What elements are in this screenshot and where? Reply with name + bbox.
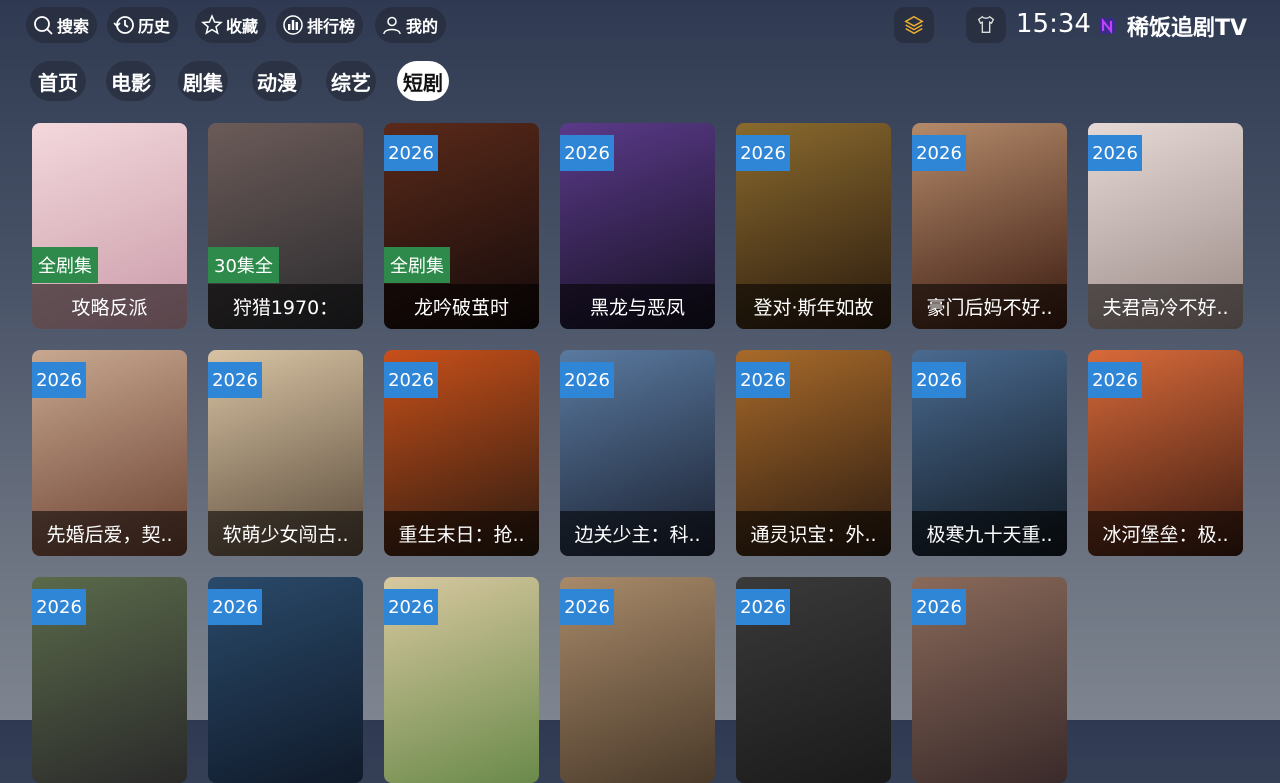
drama-card[interactable]: 全剧集 攻略反派 — [32, 123, 187, 329]
tab-short-drama[interactable]: 短剧 — [397, 61, 449, 101]
clock: 15:34 — [1016, 9, 1091, 39]
app-brand: 稀饭追剧TV — [1097, 10, 1247, 42]
drama-card[interactable]: 2026 黑龙与恶凤 — [560, 123, 715, 329]
drama-card[interactable]: 2026 先婚后爱，契.. — [32, 350, 187, 556]
year-badge: 2026 — [912, 135, 966, 171]
drama-title: 通灵识宝：外.. — [736, 511, 891, 556]
profile-button[interactable]: 我的 — [375, 7, 447, 43]
drama-card[interactable]: 30集全 狩猎1970： — [208, 123, 363, 329]
drama-card[interactable]: 2026 极寒九十天重.. — [912, 350, 1067, 556]
drama-title: 龙吟破茧时 — [384, 284, 539, 329]
year-badge: 2026 — [384, 589, 438, 625]
year-badge: 2026 — [1088, 135, 1142, 171]
drama-title: 软萌少女闯古.. — [208, 511, 363, 556]
year-badge: 2026 — [208, 589, 262, 625]
year-badge: 2026 — [560, 362, 614, 398]
ranking-button[interactable]: 排行榜 — [276, 7, 364, 43]
tab-variety[interactable]: 综艺 — [326, 61, 376, 101]
drama-title: 极寒九十天重.. — [912, 511, 1067, 556]
tab-movies[interactable]: 电影 — [106, 61, 156, 101]
history-button[interactable]: 历史 — [107, 7, 179, 43]
drama-card[interactable]: 2026 软萌少女闯古.. — [208, 350, 363, 556]
favorites-label: 收藏 — [226, 17, 259, 36]
year-badge: 2026 — [736, 135, 790, 171]
tshirt-icon — [977, 15, 995, 34]
drama-title: 攻略反派 — [32, 284, 187, 329]
year-badge: 2026 — [208, 362, 262, 398]
year-badge: 2026 — [912, 362, 966, 398]
drama-title: 边关少主：科.. — [560, 511, 715, 556]
drama-card[interactable]: 2026 全剧集 龙吟破茧时 — [384, 123, 539, 329]
search-label: 搜索 — [57, 17, 90, 36]
year-badge: 2026 — [912, 589, 966, 625]
episode-badge: 全剧集 — [384, 247, 450, 283]
year-badge: 2026 — [560, 135, 614, 171]
top-bar: 搜索 历史 收藏 排行榜 我的 15:34 稀饭追剧TV — [0, 0, 1280, 50]
search-icon — [34, 16, 53, 35]
drama-card[interactable]: 2026 边关少主：科.. — [560, 350, 715, 556]
drama-card[interactable]: 2026 — [384, 577, 539, 783]
drama-title: 豪门后妈不好.. — [912, 284, 1067, 329]
drama-card[interactable]: 2026 — [32, 577, 187, 783]
drama-title: 黑龙与恶凤 — [560, 284, 715, 329]
drama-card[interactable]: 2026 — [208, 577, 363, 783]
drama-title: 先婚后爱，契.. — [32, 511, 187, 556]
drama-card[interactable]: 2026 — [736, 577, 891, 783]
drama-title: 夫君高冷不好.. — [1088, 284, 1243, 329]
drama-title: 重生末日：抢.. — [384, 511, 539, 556]
drama-card[interactable]: 2026 — [560, 577, 715, 783]
year-badge: 2026 — [384, 135, 438, 171]
drama-card[interactable]: 2026 冰河堡垒：极.. — [1088, 350, 1243, 556]
drama-title: 登对·斯年如故 — [736, 284, 891, 329]
episode-badge: 全剧集 — [32, 247, 98, 283]
star-icon — [201, 14, 223, 35]
episode-badge: 30集全 — [208, 247, 279, 283]
year-badge: 2026 — [32, 362, 86, 398]
year-badge: 2026 — [560, 589, 614, 625]
history-icon — [113, 16, 134, 34]
ranking-label: 排行榜 — [307, 17, 356, 36]
app-name: 稀饭追剧TV — [1127, 16, 1248, 41]
search-button[interactable]: 搜索 — [26, 7, 98, 43]
app-logo-icon — [1099, 17, 1115, 35]
profile-label: 我的 — [406, 17, 439, 36]
drama-card[interactable]: 2026 通灵识宝：外.. — [736, 350, 891, 556]
drama-card[interactable]: 2026 夫君高冷不好.. — [1088, 123, 1243, 329]
drama-card[interactable]: 2026 — [912, 577, 1067, 783]
tab-home[interactable]: 首页 — [30, 61, 86, 101]
tab-series[interactable]: 剧集 — [178, 61, 228, 101]
drama-card[interactable]: 2026 重生末日：抢.. — [384, 350, 539, 556]
drama-card[interactable]: 2026 豪门后妈不好.. — [912, 123, 1067, 329]
year-badge: 2026 — [736, 589, 790, 625]
year-badge: 2026 — [32, 589, 86, 625]
year-badge: 2026 — [736, 362, 790, 398]
favorites-button[interactable]: 收藏 — [195, 7, 267, 43]
ranking-icon — [283, 15, 303, 35]
year-badge: 2026 — [1088, 362, 1142, 398]
layers-icon — [904, 15, 924, 35]
skin-button[interactable] — [966, 7, 1006, 43]
drama-title: 狩猎1970： — [208, 284, 363, 329]
year-badge: 2026 — [384, 362, 438, 398]
layers-button[interactable] — [894, 7, 934, 43]
drama-title: 冰河堡垒：极.. — [1088, 511, 1243, 556]
history-label: 历史 — [138, 17, 171, 36]
tab-anime[interactable]: 动漫 — [252, 61, 302, 101]
user-icon — [383, 16, 401, 35]
drama-card[interactable]: 2026 登对·斯年如故 — [736, 123, 891, 329]
